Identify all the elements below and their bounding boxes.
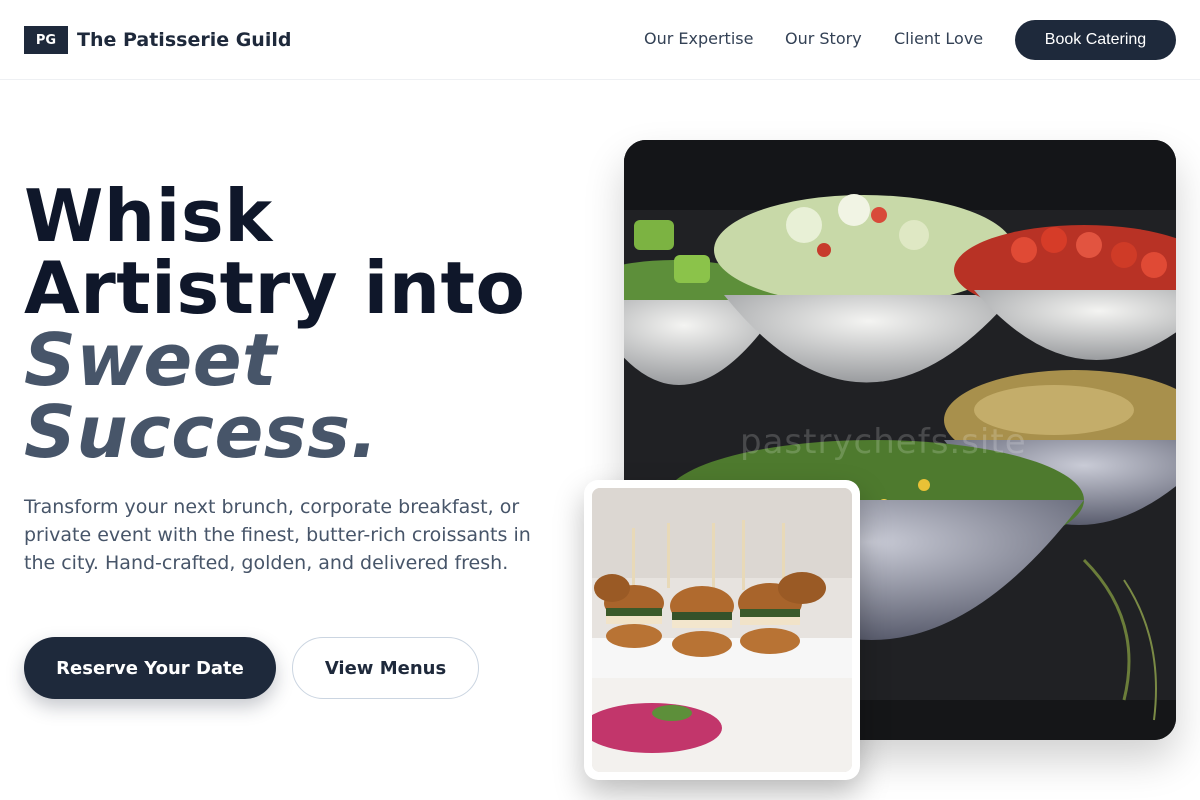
headline-line-1: Whisk [24, 174, 273, 258]
mini-sliders-illustration [592, 488, 852, 772]
view-menus-button[interactable]: View Menus [292, 637, 479, 699]
headline-line-4: Success. [24, 390, 379, 474]
brand-name[interactable]: The Patisserie Guild [77, 28, 291, 52]
photo-watermark: pastrychefs.site [740, 422, 1027, 462]
nav-link-client-love[interactable]: Client Love [894, 29, 983, 49]
headline-line-3: Sweet [24, 318, 277, 402]
hero-subtext: Transform your next brunch, corporate br… [24, 496, 531, 574]
reserve-date-button[interactable]: Reserve Your Date [24, 637, 276, 699]
nav-link-our-story[interactable]: Our Story [785, 29, 862, 49]
headline-line-2: Artistry into [24, 246, 526, 330]
book-catering-button[interactable]: Book Catering [1015, 20, 1176, 60]
hero-headline: Whisk Artistry into Sweet Success. [24, 180, 584, 468]
logo-mark[interactable]: PG [24, 26, 68, 54]
site-header: PG The Patisserie Guild Our Expertise Ou… [0, 0, 1200, 80]
nav-link-our-expertise[interactable]: Our Expertise [644, 29, 753, 49]
sliders-photo-card [584, 480, 860, 780]
